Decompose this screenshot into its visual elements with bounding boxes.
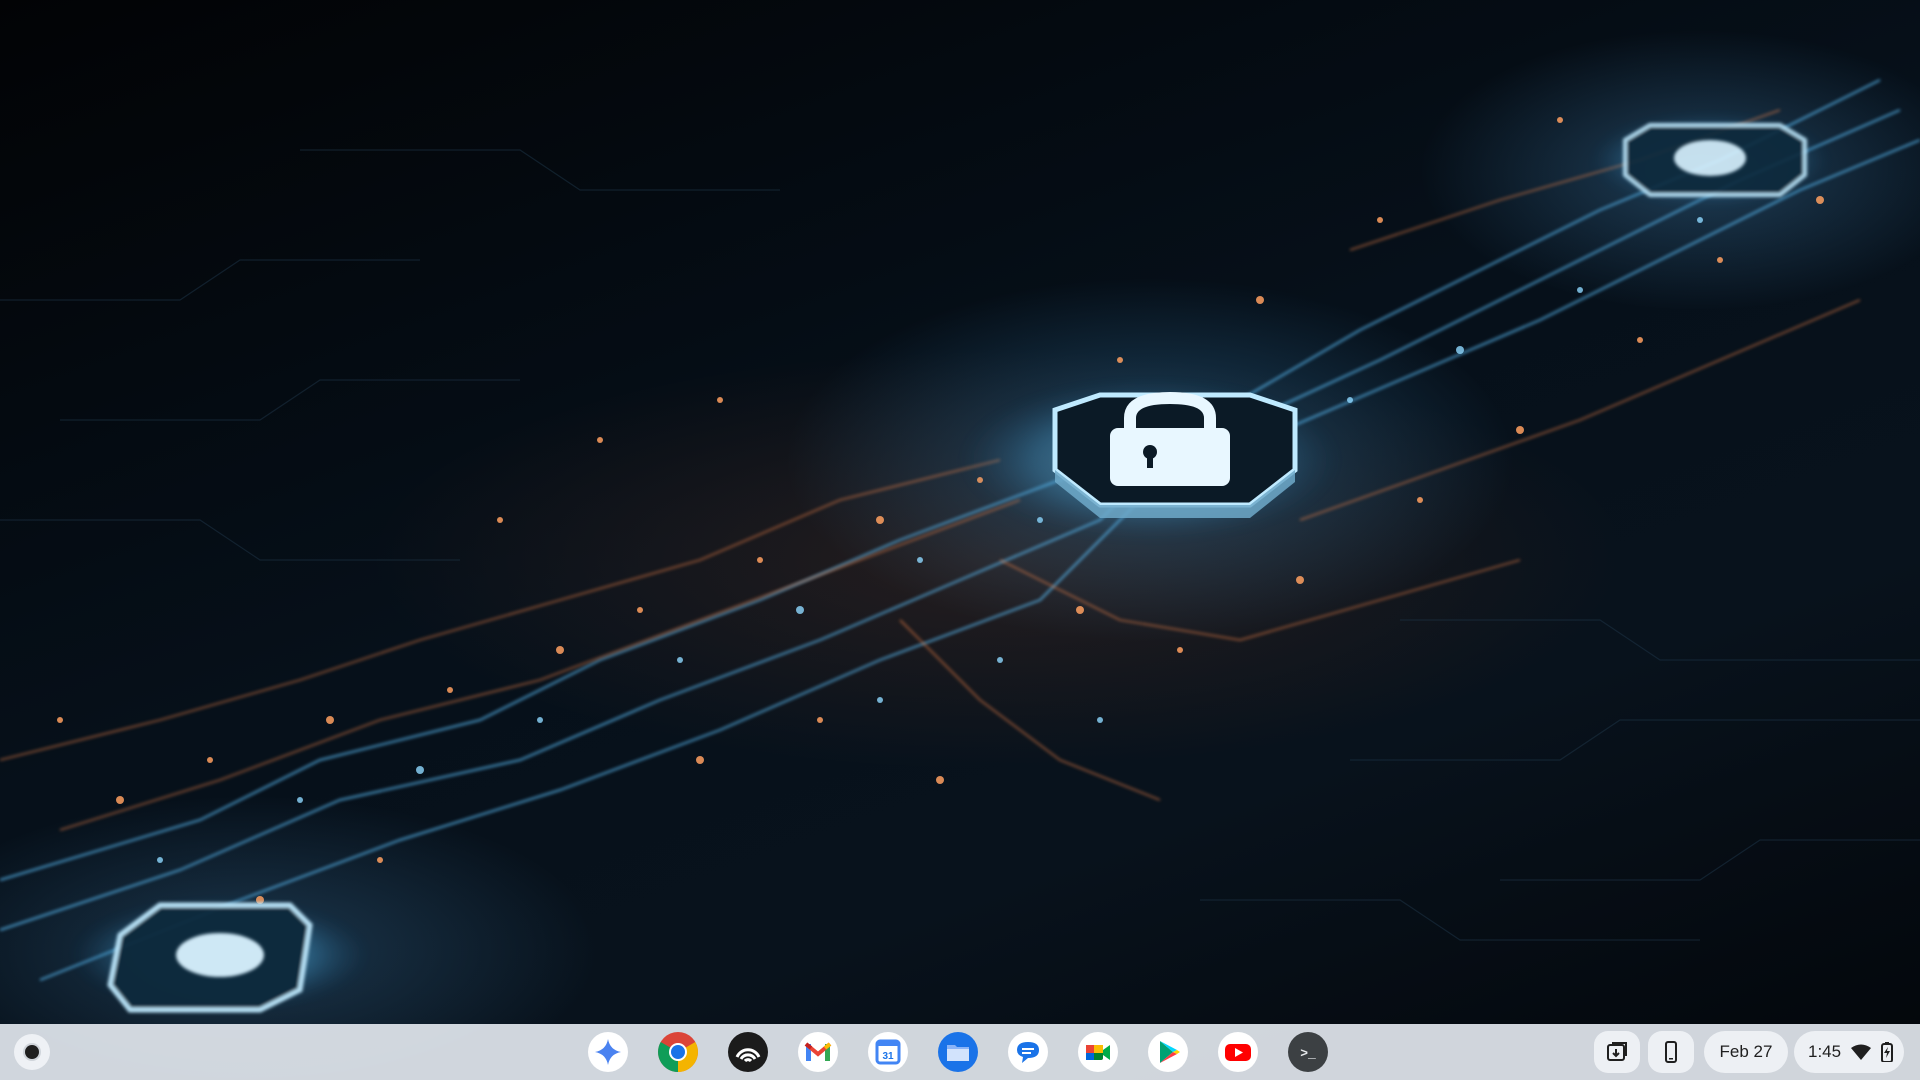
status-tray-button[interactable]: 1:45 [1794,1030,1904,1074]
lock-chip-graphic [960,380,1340,540]
holding-space-button[interactable] [1594,1030,1640,1074]
date-label: Feb 27 [1719,1042,1773,1061]
gmail-app-icon [798,1032,838,1072]
podcast-app-button[interactable] [726,1030,770,1074]
podcast-app-icon [728,1032,768,1072]
shelf: 31 >_ Feb 27 1:45 [0,1024,1920,1080]
play-store-app-button[interactable] [1146,1030,1190,1074]
holding-space-icon [1607,1042,1627,1061]
files-app-icon [938,1032,978,1072]
launcher-button[interactable] [14,1034,50,1070]
cloud-chip-graphic-top [1590,115,1830,205]
calendar-app-icon: 31 [868,1032,908,1072]
chrome-app-icon [658,1032,698,1072]
chat-app-button[interactable] [1006,1030,1050,1074]
youtube-app-icon [1218,1032,1258,1072]
meet-app-icon [1078,1032,1118,1072]
terminal-app-icon: >_ [1288,1032,1328,1072]
chrome-app-button[interactable] [656,1030,700,1074]
phone-icon [1665,1041,1677,1063]
calendar-day-label: 31 [882,1051,894,1062]
files-app-button[interactable] [936,1030,980,1074]
cloud-chip-graphic-bottom [70,900,370,1013]
circuit-lock-wallpaper [0,79,1920,1013]
wifi-icon [1851,1044,1872,1060]
terminal-app-button[interactable]: >_ [1286,1030,1330,1074]
youtube-app-button[interactable] [1216,1030,1260,1074]
time-label: 1:45 [1808,1042,1842,1061]
gemini-app-icon [588,1032,628,1072]
launcher-icon [25,1045,39,1059]
calendar-app-button[interactable]: 31 [866,1030,910,1074]
play-store-app-icon [1148,1032,1188,1072]
date-tray-button[interactable]: Feb 27 [1704,1030,1788,1074]
battery-charging-icon [1881,1042,1894,1062]
chat-app-icon [1008,1032,1048,1072]
phone-hub-button[interactable] [1648,1030,1694,1074]
meet-app-button[interactable] [1076,1030,1120,1074]
desktop-wallpaper: 31 >_ Feb 27 1:45 [0,0,1920,1080]
terminal-prompt-label: >_ [1300,1046,1316,1061]
pinned-apps: 31 >_ [586,1030,1330,1074]
gmail-app-button[interactable] [796,1030,840,1074]
gemini-app-button[interactable] [586,1030,630,1074]
